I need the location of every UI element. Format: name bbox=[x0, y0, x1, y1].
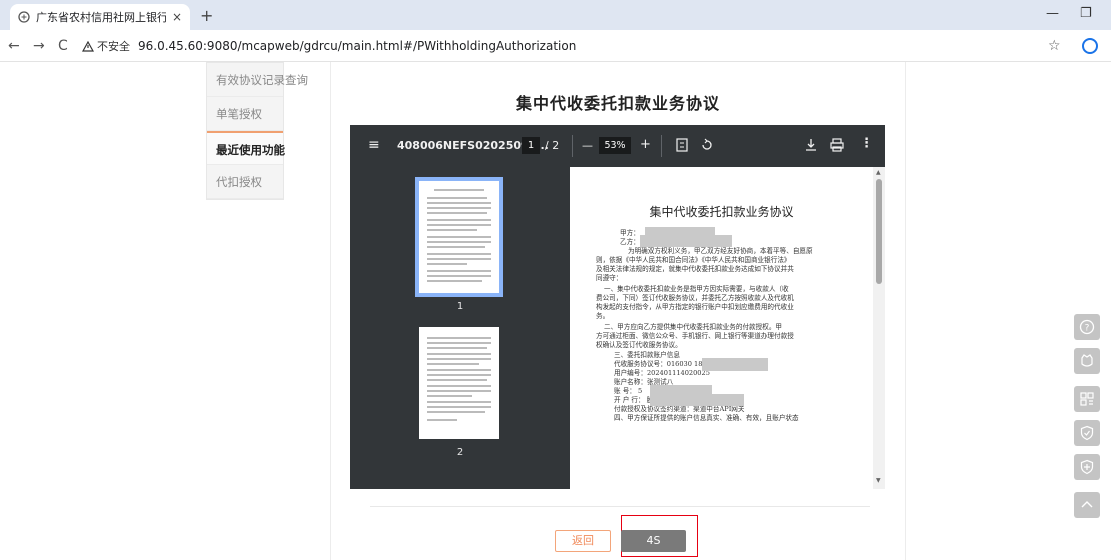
doc-line: 构发起的支付指令，从甲方指定的银行账户中扣划应缴费用的代收业 bbox=[596, 303, 794, 311]
doc-line: 账 号： 5 bbox=[614, 387, 643, 395]
svg-text:?: ? bbox=[1085, 324, 1090, 334]
profile-avatar[interactable] bbox=[1082, 38, 1098, 54]
doc-line: 费公司，下同）签订代收服务协议，并委托乙方按照收款人及代收机 bbox=[596, 294, 794, 302]
doc-line: 同遵守： bbox=[596, 274, 623, 282]
divider bbox=[370, 506, 870, 507]
thumbnail-page-1[interactable] bbox=[415, 177, 503, 297]
thumbnail-number: 1 bbox=[456, 301, 464, 312]
bookmark-star-icon[interactable]: ☆ bbox=[1048, 38, 1061, 54]
toolbar-separator bbox=[572, 135, 573, 157]
doc-line: 及相关法律法规的规定，就集中代收委托扣款业务达成如下协议并共 bbox=[596, 265, 794, 273]
scroll-up-arrow-icon[interactable]: ▲ bbox=[876, 169, 881, 176]
redaction-box bbox=[640, 235, 732, 247]
pdf-page-area: 集中代收委托扣款业务协议 甲方： 乙方： 股份有限公司 为明确双方权利义务，甲乙… bbox=[570, 167, 885, 489]
zoom-out-button[interactable]: — bbox=[582, 139, 593, 152]
doc-line: 务。 bbox=[596, 312, 610, 320]
security-warning[interactable]: 不安全 bbox=[82, 38, 130, 54]
url-field[interactable]: 不安全 96.0.45.60:9080/mcapweb/gdrcu/main.h… bbox=[82, 34, 1042, 58]
more-options-icon[interactable]: ⋮ bbox=[860, 136, 873, 151]
help-icon[interactable]: ? bbox=[1074, 314, 1100, 340]
protection-shield-icon[interactable] bbox=[1074, 454, 1100, 480]
menu-item-withholding-authorization[interactable]: 代扣授权 bbox=[207, 165, 283, 199]
print-icon[interactable] bbox=[830, 138, 844, 155]
pdf-scroll-thumb[interactable] bbox=[876, 179, 882, 284]
back-nav-button[interactable]: ← bbox=[8, 38, 20, 54]
security-label: 不安全 bbox=[97, 40, 130, 53]
forward-nav-button[interactable]: → bbox=[33, 38, 45, 54]
security-shield-icon[interactable] bbox=[1074, 420, 1100, 446]
menu-item-agreement-query[interactable]: 有效协议记录查询 bbox=[207, 63, 308, 97]
pdf-page-total: / 2 bbox=[545, 139, 560, 152]
page-title: 集中代收委托扣款业务协议 bbox=[515, 94, 720, 113]
warning-icon bbox=[82, 40, 94, 52]
countdown-confirm-button[interactable]: 4S bbox=[621, 530, 686, 552]
function-menu: 有效协议记录查询 单笔授权 最近使用功能 代扣授权 bbox=[206, 62, 308, 200]
restore-button[interactable]: ❐ bbox=[1080, 6, 1092, 21]
doc-line: 权确认及签订代收服务协议。 bbox=[596, 341, 682, 349]
doc-line: 一、集中代收委托扣款业务是指甲方因实际需要，与收款人（收 bbox=[604, 285, 789, 293]
pdf-page-input[interactable]: 1 bbox=[522, 137, 540, 154]
pdf-document-page: 集中代收委托扣款业务协议 甲方： 乙方： 股份有限公司 为明确双方权利义务，甲乙… bbox=[570, 167, 873, 489]
fit-page-icon[interactable] bbox=[676, 138, 688, 155]
browser-tab[interactable]: 广东省农村信用社网上银行系统 × bbox=[10, 4, 190, 30]
url-text: 96.0.45.60:9080/mcapweb/gdrcu/main.html#… bbox=[138, 39, 577, 53]
scroll-down-arrow-icon[interactable]: ▼ bbox=[876, 477, 881, 484]
back-to-top-icon[interactable] bbox=[1074, 492, 1100, 518]
globe-icon bbox=[18, 11, 30, 23]
doc-line: 甲方： bbox=[620, 229, 640, 237]
browser-tab-bar: 广东省农村信用社网上银行系统 × + — ❐ bbox=[0, 0, 1111, 30]
zoom-in-button[interactable]: + bbox=[640, 137, 651, 152]
qr-code-icon[interactable] bbox=[1074, 386, 1100, 412]
back-button[interactable]: 返回 bbox=[555, 530, 611, 552]
thumbnail-page-2[interactable] bbox=[419, 327, 499, 439]
pdf-toolbar: ≡ 408006NEFS02025091... 1 / 2 — 53% + ⋮ bbox=[350, 125, 885, 167]
new-tab-button[interactable]: + bbox=[200, 6, 213, 25]
thumbnail-number: 2 bbox=[456, 447, 464, 458]
minimize-button[interactable]: — bbox=[1046, 6, 1059, 21]
tab-title: 广东省农村信用社网上银行系统 bbox=[36, 11, 166, 24]
pdf-menu-icon[interactable]: ≡ bbox=[368, 137, 380, 153]
zoom-level-input[interactable]: 53% bbox=[599, 137, 631, 154]
menu-item-recent-functions[interactable]: 最近使用功能 bbox=[207, 131, 285, 165]
doc-line: 付款授权及协议签约渠道：渠道中台API网关 bbox=[614, 405, 745, 413]
pdf-scrollbar[interactable]: ▲ ▼ bbox=[873, 167, 885, 489]
doc-line: 则，依据《中华人民共和国合同法》《中华人民共和国商业银行法》 bbox=[596, 256, 791, 264]
reload-button[interactable]: C bbox=[58, 38, 68, 54]
download-icon[interactable] bbox=[805, 138, 817, 155]
customer-service-icon[interactable] bbox=[1074, 348, 1100, 374]
document-title: 集中代收委托扣款业务协议 bbox=[649, 205, 794, 219]
thumbnail-panel: 1 2 bbox=[350, 167, 570, 489]
pdf-viewer: ≡ 408006NEFS02025091... 1 / 2 — 53% + ⋮ bbox=[350, 125, 885, 489]
doc-line: 方可通过柜面、微信公众号、手机银行、网上银行等渠道办理付款授 bbox=[596, 332, 794, 340]
redaction-box bbox=[702, 358, 768, 371]
doc-line: 为明确双方权利义务，甲乙双方经友好协商，本着平等、自愿原 bbox=[628, 247, 813, 255]
doc-line: 三、委托扣款账户信息 bbox=[614, 351, 680, 359]
doc-line: 二、甲方应向乙方提供集中代收委托扣款业务的付款授权。甲 bbox=[604, 323, 783, 331]
tab-close-button[interactable]: × bbox=[172, 10, 182, 24]
redaction-box bbox=[650, 394, 744, 406]
menu-item-single-authorization[interactable]: 单笔授权 bbox=[207, 97, 283, 131]
address-bar: ← → C 不安全 96.0.45.60:9080/mcapweb/gdrcu/… bbox=[0, 30, 1111, 62]
rotate-icon[interactable] bbox=[700, 138, 714, 155]
toolbar-separator bbox=[661, 135, 662, 157]
doc-line: 四、甲方保证所提供的账户信息真实、准确、有效，且账户状态 bbox=[614, 414, 799, 422]
doc-line: 用户编号：202401114020025 bbox=[614, 369, 710, 377]
